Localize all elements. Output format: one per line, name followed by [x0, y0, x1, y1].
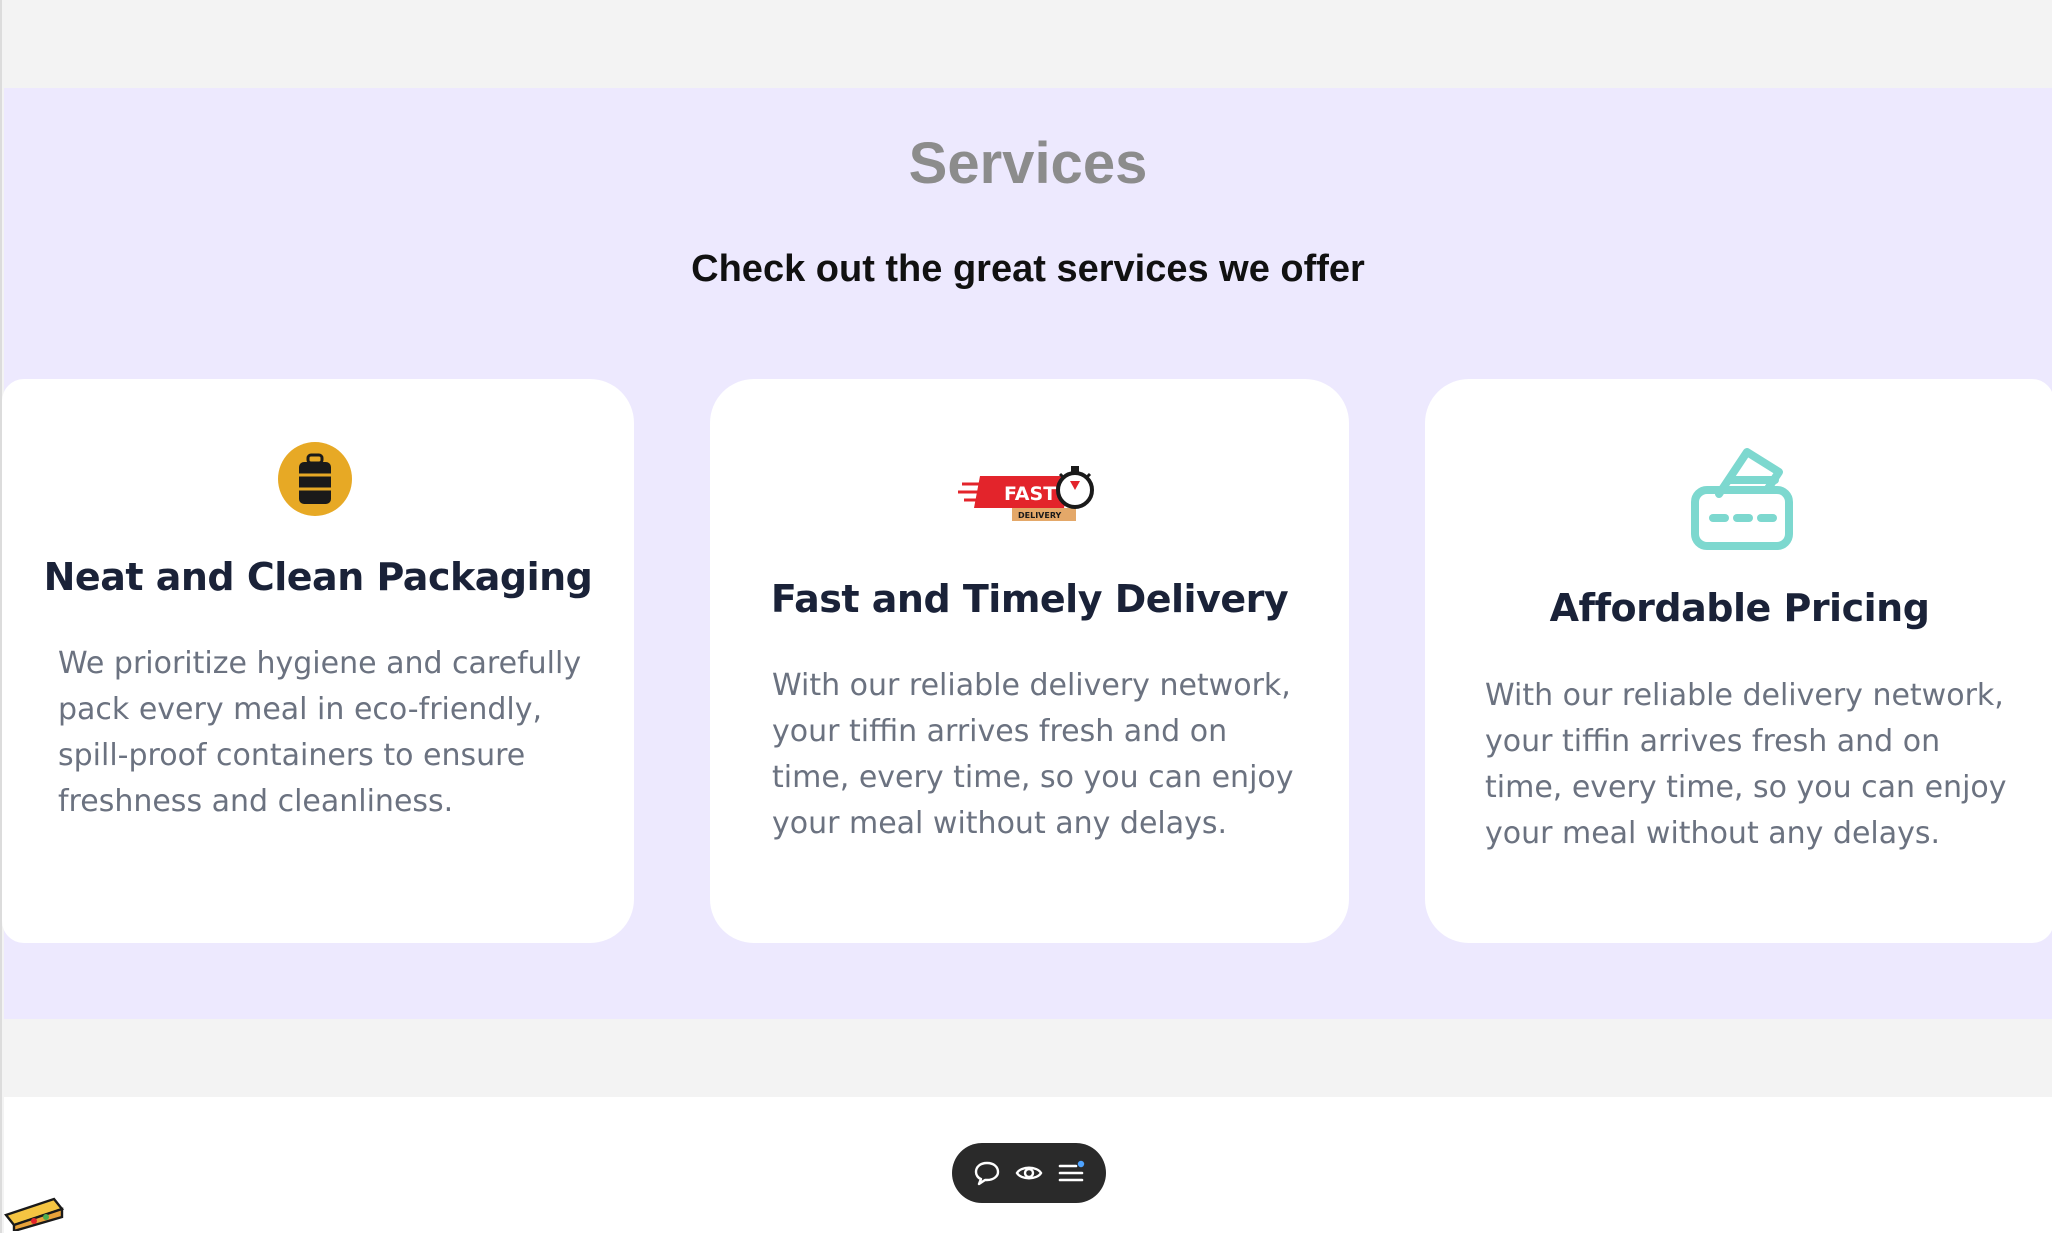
page: Services Check out the great services we…	[0, 0, 2052, 1233]
card-description-line: spill-proof containers to ensure	[58, 738, 526, 773]
card-title: Affordable Pricing	[1549, 586, 1930, 630]
credit-card-icon	[1689, 442, 1795, 556]
card-description-line: time, every time, so you can enjoy	[1485, 770, 2007, 805]
card-description-line: We prioritize hygiene and carefully	[58, 646, 582, 681]
delivery-badge-text: DELIVERY	[1018, 511, 1062, 520]
sandwich-icon[interactable]	[3, 1195, 65, 1233]
fast-badge-text: FAST	[1004, 483, 1056, 505]
floating-toolbar	[952, 1143, 1106, 1203]
card-title: Fast and Timely Delivery	[770, 577, 1289, 621]
card-description-line: pack every meal in eco-friendly,	[58, 692, 542, 727]
card-description-line: With our reliable delivery network,	[1485, 678, 2004, 713]
services-title: Services	[908, 131, 1148, 196]
fast-delivery-icon: FAST DELIVERY	[958, 462, 1098, 528]
card-description-line: your tiffin arrives fresh and on	[1485, 724, 1941, 759]
top-band	[2, 0, 2052, 88]
card-description-line: your tiffin arrives fresh and on	[772, 714, 1228, 749]
comment-icon[interactable]	[970, 1156, 1004, 1190]
card-description-line: your meal without any delays.	[1485, 816, 1941, 851]
card-title: Neat and Clean Packaging	[43, 555, 593, 599]
services-subtitle: Check out the great services we offer	[691, 248, 1365, 290]
card-description: With our reliable delivery network, your…	[1485, 673, 2007, 857]
section-spacer	[4, 1019, 2052, 1097]
card-description: With our reliable delivery network, your…	[772, 663, 1294, 847]
card-description-line: your meal without any delays.	[772, 806, 1228, 841]
card-description-line: freshness and cleanliness.	[58, 784, 454, 819]
service-card-packaging: Neat and Clean Packaging We prioritize h…	[2, 379, 634, 943]
card-description-line: With our reliable delivery network,	[772, 668, 1291, 703]
card-description: We prioritize hygiene and carefully pack…	[58, 641, 581, 825]
service-card-delivery: FAST DELIVERY Fast and Timely Delivery W…	[710, 379, 1349, 943]
card-description-line: time, every time, so you can enjoy	[772, 760, 1294, 795]
eye-icon[interactable]	[1012, 1156, 1046, 1190]
menu-icon[interactable]	[1054, 1156, 1088, 1190]
tiffin-box-icon	[278, 442, 352, 520]
service-card-pricing: Affordable Pricing With our reliable del…	[1425, 379, 2052, 943]
